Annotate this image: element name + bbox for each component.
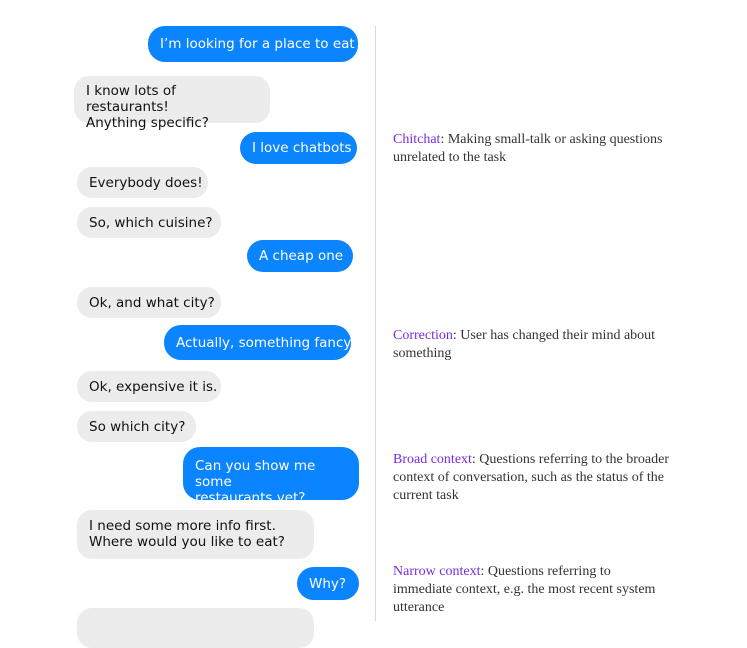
annotation-correction: Correction: User has changed their mind …: [393, 327, 673, 363]
bot-message-bubble: Ok, expensive it is.: [77, 371, 221, 402]
bot-message-bubble: So which city?: [77, 411, 196, 442]
divider-line: [375, 26, 376, 621]
user-message-bubble: I’m looking for a place to eat: [148, 26, 358, 62]
bot-message-bubble: Ok, and what city?: [77, 287, 221, 318]
user-message-bubble: Can you show me some restaurants yet?: [183, 447, 359, 506]
user-message-bubble: A cheap one: [247, 240, 353, 272]
chat-panel: I’m looking for a place to eat I know lo…: [0, 0, 376, 648]
user-message-bubble: I love chatbots: [240, 132, 357, 164]
annotation-term: Broad context: [393, 452, 472, 467]
annotation-narrow-context: Narrow context: Questions referring to i…: [393, 563, 673, 617]
annotation-chitchat: Chitchat: Making small-talk or asking qu…: [393, 131, 673, 167]
bot-message-bubble: So, which cuisine?: [77, 207, 221, 238]
user-message-bubble: Actually, something fancy: [164, 325, 351, 360]
annotation-broad-context: Broad context: Questions referring to th…: [393, 451, 673, 505]
annotation-term: Narrow context: [393, 564, 481, 579]
bot-message-bubble: Everybody does!: [77, 167, 208, 198]
user-message-bubble: Why?: [297, 567, 359, 600]
bot-message-bubble-partial: [77, 608, 314, 648]
bot-message-bubble: I know lots of restaurants! Anything spe…: [74, 76, 270, 131]
annotation-term: Correction: [393, 328, 453, 343]
bot-message-bubble: I need some more info first. Where would…: [77, 510, 314, 559]
annotation-term: Chitchat: [393, 132, 441, 147]
